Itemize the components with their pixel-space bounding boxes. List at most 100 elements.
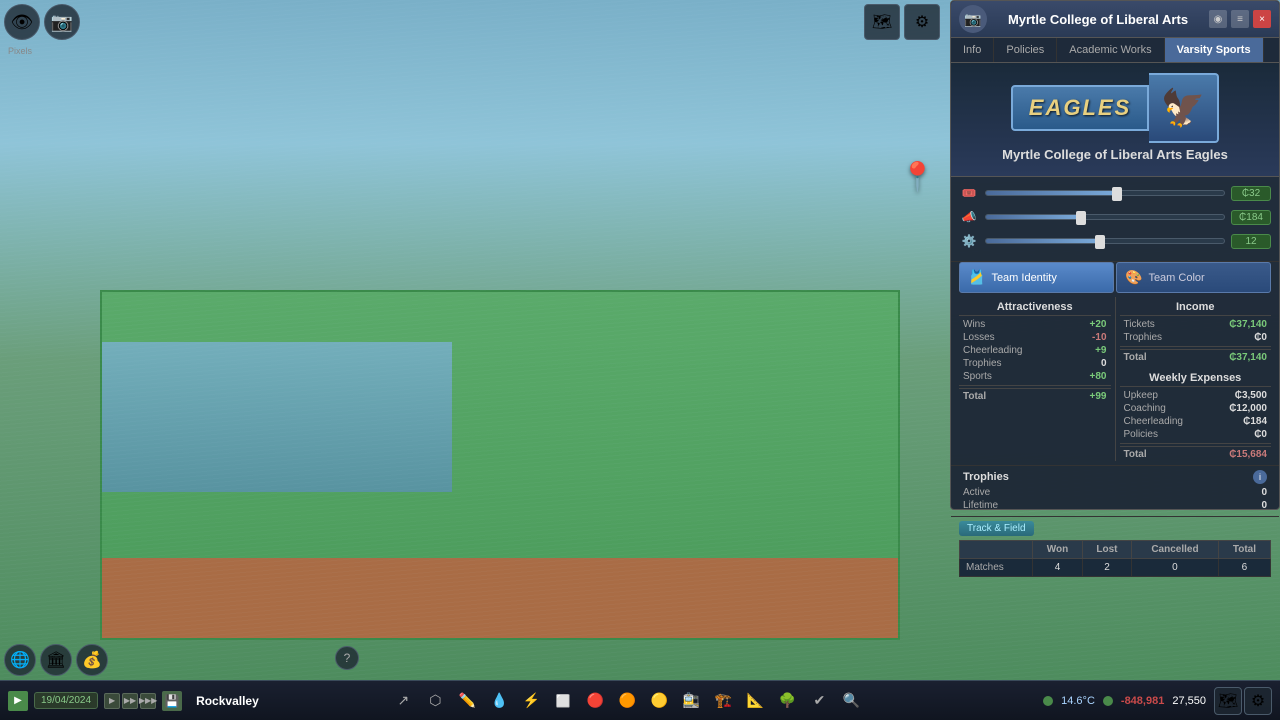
- team-full-name: Myrtle College of Liberal Arts Eagles: [961, 143, 1269, 166]
- tool-check[interactable]: ✔: [805, 687, 833, 715]
- speed-buttons: ▶ ▶▶ ▶▶▶: [104, 693, 156, 709]
- identity-icon: 🎽: [968, 269, 985, 286]
- titlebar-list-button[interactable]: ≡: [1231, 10, 1249, 28]
- tab-varsity-sports[interactable]: Varsity Sports: [1165, 38, 1264, 62]
- matches-header-total: Total: [1218, 541, 1270, 559]
- tool-transport[interactable]: 🚉: [677, 687, 705, 715]
- tool-services[interactable]: ⬜: [549, 687, 577, 715]
- trophies-lifetime-label: Lifetime: [963, 500, 998, 511]
- team-identity-button[interactable]: 🎽 Team Identity: [959, 262, 1114, 293]
- titlebar-close-button[interactable]: ×: [1253, 10, 1271, 28]
- slider-row-coaching: ⚙️ 12: [959, 231, 1271, 251]
- stat-sports: Sports +80: [959, 370, 1111, 383]
- tool-industry[interactable]: 🏗️: [709, 687, 737, 715]
- losses-value: -10: [1092, 332, 1106, 343]
- tool-health[interactable]: 🟠: [613, 687, 641, 715]
- camera-icon[interactable]: 📷: [44, 4, 80, 40]
- cheer-slider-thumb[interactable]: [1076, 211, 1086, 225]
- panel-camera-icon[interactable]: 📷: [959, 5, 987, 33]
- tab-academic-works[interactable]: Academic Works: [1057, 38, 1164, 62]
- eye-icon[interactable]: 👁: [4, 4, 40, 40]
- bottom-map-icon[interactable]: 🗺: [1214, 687, 1242, 715]
- tool-water[interactable]: 💧: [485, 687, 513, 715]
- stat-wins: Wins +20: [959, 318, 1111, 331]
- taskbar-left: ▶ 19/04/2024 ▶ ▶▶ ▶▶▶ 💾 Rockvalley: [0, 691, 275, 711]
- tool-education[interactable]: 🟡: [645, 687, 673, 715]
- slider-row-cheer: 📣 ₵184: [959, 207, 1271, 227]
- money-display: -848,981: [1121, 695, 1164, 707]
- trophies-attr-label: Trophies: [963, 358, 1002, 369]
- trophies-title: Trophies: [963, 471, 1009, 483]
- tickets-slider-value: ₵32: [1231, 186, 1271, 201]
- building-panel: 📷 Myrtle College of Liberal Arts ◉ ≡ × I…: [950, 0, 1280, 510]
- trophies-info-icon[interactable]: i: [1253, 470, 1267, 484]
- team-color-button[interactable]: 🎨 Team Color: [1116, 262, 1271, 293]
- total-attr-label: Total: [963, 391, 986, 402]
- cheer-slider-track[interactable]: [985, 214, 1225, 220]
- trophies-active-row: Active 0: [959, 486, 1271, 499]
- taskbar-tools: ↗ ⬡ ✏️ 💧 ⚡ ⬜ 🔴 🟠 🟡 🚉 🏗️ 📐 🌳 ✔ 🔍: [275, 687, 980, 715]
- policies-exp-value: ₵0: [1254, 429, 1267, 440]
- tickets-slider-thumb[interactable]: [1112, 187, 1122, 201]
- slider-row-tickets: 🎟️ ₵32: [959, 183, 1271, 203]
- cheerleading-value: +9: [1095, 345, 1106, 356]
- help-icon[interactable]: ?: [335, 646, 359, 670]
- speed-btn-1[interactable]: ▶: [104, 693, 120, 709]
- stadium-seats: [102, 342, 452, 492]
- panel-tabs: Info Policies Academic Works Varsity Spo…: [951, 38, 1279, 63]
- tool-road[interactable]: ↗: [389, 687, 417, 715]
- stat-cheerleading-exp: Cheerleading ₵184: [1120, 415, 1272, 428]
- sliders-section: 🎟️ ₵32 📣 ₵184 ⚙️ 12: [951, 177, 1279, 262]
- trophies-attr-value: 0: [1101, 358, 1107, 369]
- tool-pencil[interactable]: ✏️: [453, 687, 481, 715]
- wins-value: +20: [1090, 319, 1107, 330]
- tab-policies[interactable]: Policies: [994, 38, 1057, 62]
- coaching-slider-thumb[interactable]: [1095, 235, 1105, 249]
- cheerleading-label: Cheerleading: [963, 345, 1023, 356]
- tickets-slider-track[interactable]: [985, 190, 1225, 196]
- bottomleft-icon-group: 🌐 🏛 💰: [4, 644, 108, 676]
- attractiveness-title: Attractiveness: [959, 297, 1111, 316]
- tool-zone[interactable]: ⬡: [421, 687, 449, 715]
- nav-icon-3[interactable]: 💰: [76, 644, 108, 676]
- cheer-icon: 📣: [959, 207, 979, 227]
- total-expenses-value: ₵15,684: [1229, 449, 1267, 460]
- team-name-logo: EAGLES: [1011, 85, 1149, 131]
- save-icon[interactable]: 💾: [162, 691, 182, 711]
- attr-divider: [959, 385, 1111, 386]
- play-button[interactable]: ▶: [8, 691, 28, 711]
- stat-losses: Losses -10: [959, 331, 1111, 344]
- bottom-settings-icon[interactable]: ⚙: [1244, 687, 1272, 715]
- coaching-icon: ⚙️: [959, 231, 979, 251]
- nav-icon-1[interactable]: 🌐: [4, 644, 36, 676]
- tab-info[interactable]: Info: [951, 38, 994, 62]
- expenses-divider: [1120, 443, 1272, 444]
- speed-btn-3[interactable]: ▶▶▶: [140, 693, 156, 709]
- settings-icon[interactable]: ⚙: [904, 4, 940, 40]
- map-icon[interactable]: 🗺: [864, 4, 900, 40]
- map-pin-icon: 📍: [900, 160, 935, 193]
- stat-total-expenses: Total ₵15,684: [1120, 446, 1272, 461]
- tool-electric[interactable]: ⚡: [517, 687, 545, 715]
- cheerleading-exp-value: ₵184: [1243, 416, 1267, 427]
- titlebar-map-button[interactable]: ◉: [1209, 10, 1227, 28]
- cheer-slider-value: ₵184: [1231, 210, 1271, 225]
- identity-label: Team Identity: [991, 272, 1056, 284]
- stat-policies-exp: Policies ₵0: [1120, 428, 1272, 441]
- tool-fire[interactable]: 🔴: [581, 687, 609, 715]
- wins-label: Wins: [963, 319, 985, 330]
- date-display: 19/04/2024: [34, 692, 98, 709]
- total-attr-value: +99: [1090, 391, 1107, 402]
- coaching-slider-track[interactable]: [985, 238, 1225, 244]
- tool-parks[interactable]: 🌳: [773, 687, 801, 715]
- panel-titlebar: 📷 Myrtle College of Liberal Arts ◉ ≡ ×: [951, 1, 1279, 38]
- tool-land[interactable]: 📐: [741, 687, 769, 715]
- coaching-slider-value: 12: [1231, 234, 1271, 249]
- stadium-field: [100, 290, 900, 640]
- speed-btn-2[interactable]: ▶▶: [122, 693, 138, 709]
- tool-search[interactable]: 🔍: [837, 687, 865, 715]
- stat-trophies-attr: Trophies 0: [959, 357, 1111, 370]
- nav-icon-2[interactable]: 🏛: [40, 644, 72, 676]
- color-label: Team Color: [1148, 272, 1204, 284]
- track-field-label: Track & Field: [959, 521, 1034, 536]
